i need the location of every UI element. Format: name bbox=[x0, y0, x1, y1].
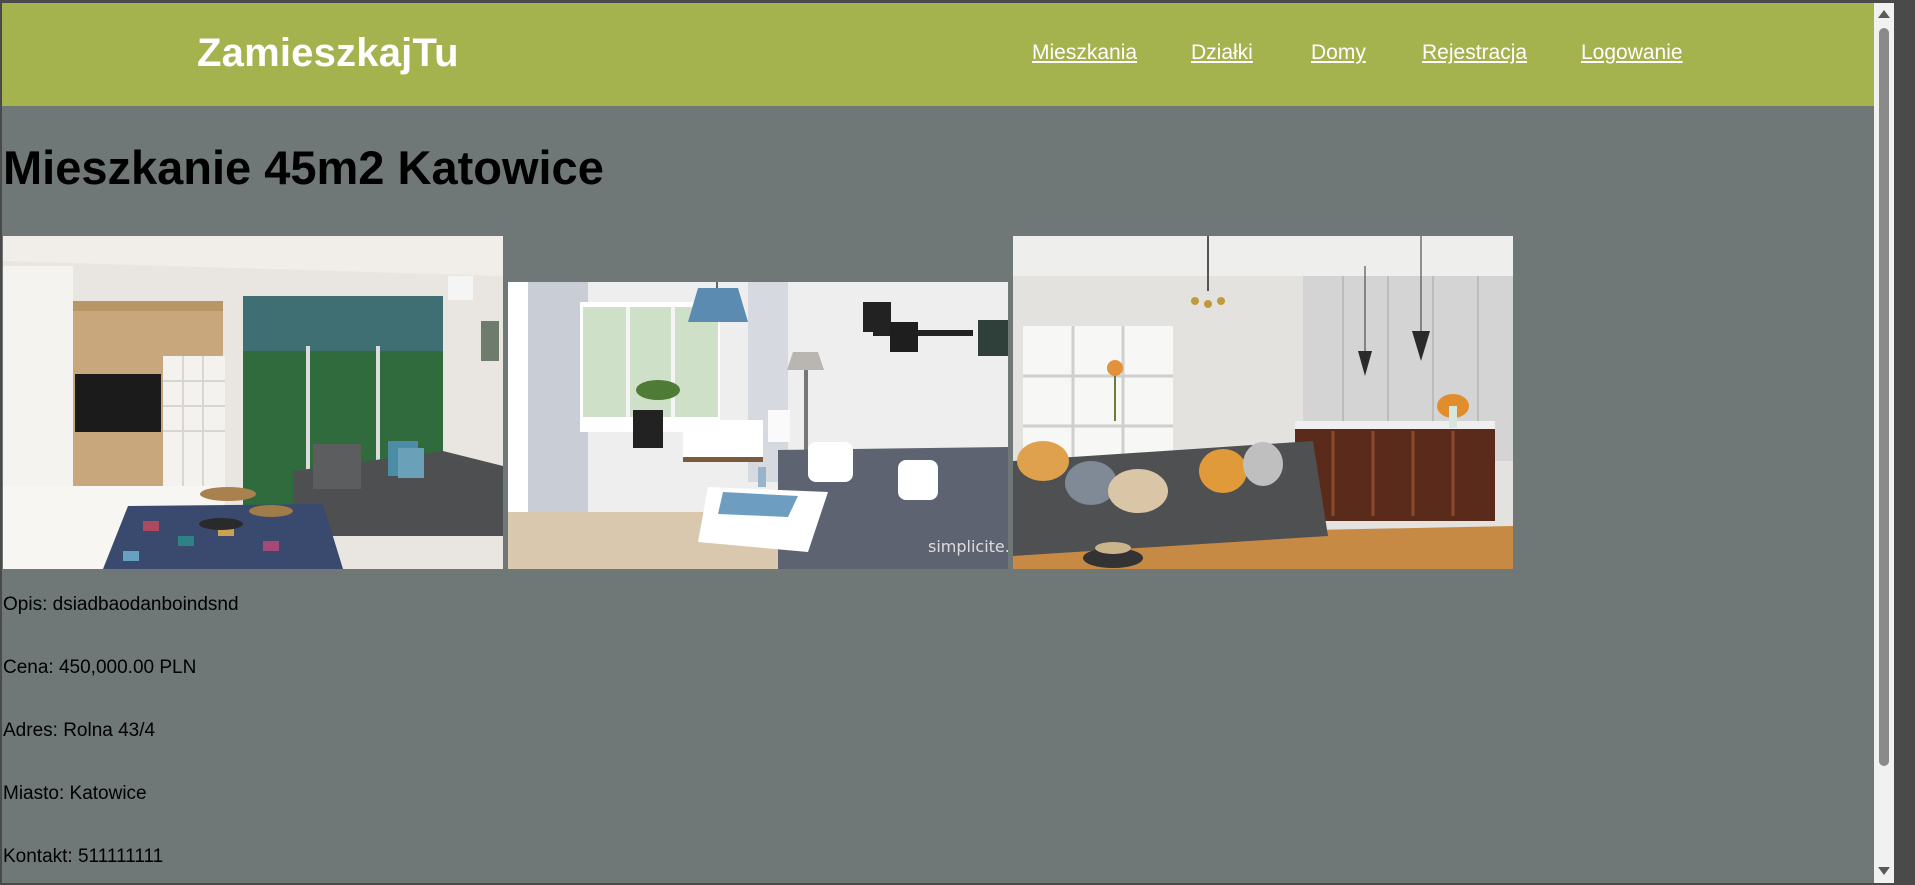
nav-link-mieszkania[interactable]: Mieszkania bbox=[1032, 41, 1137, 65]
browser-viewport: ZamieszkajTu Mieszkania Działki Domy Rej… bbox=[2, 3, 1894, 883]
scroll-down-arrow-icon[interactable] bbox=[1878, 867, 1890, 875]
nav-link-logowanie[interactable]: Logowanie bbox=[1581, 41, 1683, 65]
nav-link-rejestracja[interactable]: Rejestracja bbox=[1422, 41, 1527, 65]
listing-contact: Kontakt: 511111111 bbox=[3, 846, 164, 867]
listing-price: Cena: 450,000.00 PLN bbox=[3, 657, 197, 678]
site-header: ZamieszkajTu Mieszkania Działki Domy Rej… bbox=[2, 3, 1894, 106]
scroll-up-arrow-icon[interactable] bbox=[1878, 10, 1890, 18]
vertical-scrollbar[interactable] bbox=[1874, 3, 1894, 883]
listing-address: Adres: Rolna 43/4 bbox=[3, 720, 156, 741]
listing-title: Mieszkanie 45m2 Katowice bbox=[3, 141, 604, 194]
photo-watermark: simplicite. bbox=[928, 537, 1008, 556]
listing-city: Miasto: Katowice bbox=[3, 783, 147, 804]
nav-link-domy[interactable]: Domy bbox=[1311, 41, 1366, 65]
nav-link-dzialki[interactable]: Działki bbox=[1191, 41, 1253, 65]
main-nav: Mieszkania Działki Domy Rejestracja Logo… bbox=[2, 41, 1894, 71]
listing-photo-3[interactable] bbox=[1013, 236, 1513, 569]
listing-photo-2[interactable]: simplicite. bbox=[508, 282, 1008, 569]
listing-description: Opis: dsiadbaodanboindsnd bbox=[3, 594, 239, 615]
scrollbar-thumb[interactable] bbox=[1879, 28, 1889, 766]
listing-photo-1[interactable] bbox=[3, 236, 503, 569]
